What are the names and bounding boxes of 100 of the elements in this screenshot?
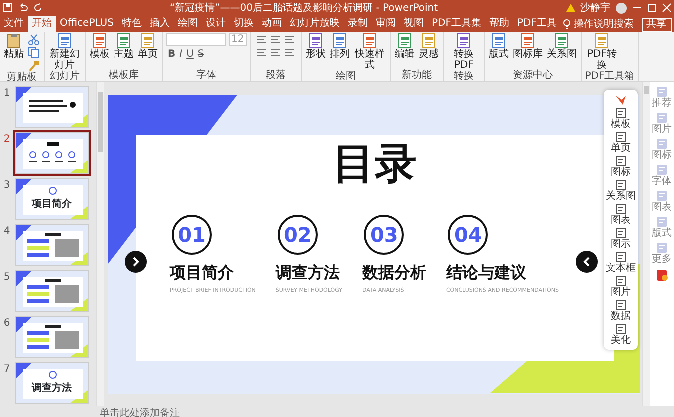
section-title: 结论与建议 bbox=[446, 262, 528, 282]
ribbon-button[interactable]: PDF转换 bbox=[585, 33, 620, 71]
group-label: 绘图 bbox=[335, 71, 358, 82]
slide-thumbnail[interactable]: 项目简介 bbox=[15, 178, 89, 220]
ribbon-button[interactable]: 快速样式 bbox=[353, 33, 388, 71]
search-field[interactable]: 操作说明搜索 bbox=[574, 17, 634, 32]
ribbon-button[interactable]: 主题 bbox=[113, 33, 135, 60]
assistant-button[interactable]: 图标 bbox=[652, 138, 672, 161]
close-icon[interactable] bbox=[662, 3, 672, 13]
side-tool-button[interactable]: 图表 bbox=[611, 203, 631, 226]
ribbon-tab[interactable]: 开始 bbox=[28, 16, 56, 32]
ribbon-tab[interactable]: 切换 bbox=[230, 16, 258, 32]
slide-preview-drawing bbox=[16, 179, 88, 219]
assistant-button[interactable]: 图片 bbox=[652, 112, 672, 135]
ribbon-button[interactable]: 转换PDF bbox=[447, 33, 482, 71]
avatar-icon[interactable] bbox=[616, 2, 626, 14]
ribbon-button[interactable]: 版式 bbox=[488, 33, 510, 60]
ribbon-tab[interactable]: 审阅 bbox=[372, 16, 400, 32]
lines-icon bbox=[256, 48, 267, 57]
frame-icon bbox=[615, 155, 627, 167]
paragraph-tool-button[interactable] bbox=[268, 46, 282, 59]
group-label: 转换 bbox=[453, 71, 476, 82]
side-tool-button[interactable]: 关系图 bbox=[606, 179, 636, 202]
side-tool-button[interactable]: 图标 bbox=[611, 155, 631, 178]
format-button[interactable]: B bbox=[166, 48, 178, 60]
slide-thumbnail[interactable] bbox=[15, 224, 89, 266]
ribbon-tab[interactable]: 幻灯片放映 bbox=[286, 16, 344, 32]
side-tool-button[interactable]: 图示 bbox=[611, 227, 631, 250]
side-tool-button[interactable]: 数据 bbox=[611, 299, 631, 322]
ribbon-tab[interactable]: 视图 bbox=[400, 16, 428, 32]
ribbon-tab[interactable]: 特色 bbox=[118, 16, 146, 32]
font-name-field[interactable] bbox=[166, 33, 226, 46]
ribbon-tab[interactable]: 录制 bbox=[344, 16, 372, 32]
side-tool-button[interactable]: 图片 bbox=[611, 275, 631, 298]
side-tool-button[interactable]: 模板 bbox=[611, 107, 631, 130]
slide-preview-drawing bbox=[16, 317, 88, 357]
ribbon-button[interactable]: 关系图 bbox=[546, 33, 578, 60]
warning-icon bbox=[566, 3, 576, 13]
ribbon-tab[interactable]: 设计 bbox=[202, 16, 230, 32]
number-circle: 03 bbox=[364, 214, 404, 254]
slide-thumbnail[interactable] bbox=[15, 316, 89, 358]
slide-number: 3 bbox=[2, 179, 12, 193]
number-circle: 01 bbox=[172, 214, 212, 254]
ribbon-tab[interactable]: OfficePLUS bbox=[56, 16, 118, 32]
paragraph-tool-button[interactable] bbox=[254, 46, 268, 59]
format-button[interactable]: S bbox=[196, 48, 206, 60]
number-circle: 04 bbox=[448, 214, 488, 254]
ribbon-button[interactable]: 模板 bbox=[89, 33, 111, 60]
paragraph-tool-button[interactable] bbox=[282, 33, 296, 46]
previous-button[interactable] bbox=[125, 250, 147, 272]
ribbon-button[interactable]: 新建幻灯片 bbox=[48, 33, 82, 71]
frame-icon bbox=[615, 203, 627, 215]
undo-icon[interactable] bbox=[18, 3, 28, 13]
slide-number: 7 bbox=[2, 363, 12, 377]
ribbon-button[interactable]: 图标库 bbox=[512, 33, 544, 60]
ribbon-button[interactable]: 灵感 bbox=[418, 33, 440, 60]
ribbon-button[interactable]: 编辑 bbox=[394, 33, 416, 60]
share-button[interactable]: 共享 bbox=[642, 18, 672, 32]
scrollbar[interactable] bbox=[96, 82, 104, 406]
ribbon-button[interactable]: 排列 bbox=[329, 33, 352, 60]
tile-icon bbox=[656, 112, 668, 124]
paragraph-tool-button[interactable] bbox=[254, 33, 268, 46]
copy-icon bbox=[28, 46, 40, 58]
section-title: 调查方法 bbox=[276, 262, 341, 282]
thumbnail-title: 调查方法 bbox=[32, 382, 72, 394]
format-button[interactable]: U bbox=[184, 48, 196, 60]
side-tool-button[interactable]: 美化 bbox=[611, 323, 631, 346]
assistant-button[interactable]: 版式 bbox=[652, 216, 672, 239]
small-tool-button[interactable] bbox=[27, 33, 41, 46]
save-icon[interactable] bbox=[2, 3, 12, 13]
paragraph-tool-button[interactable] bbox=[282, 46, 296, 59]
format-button[interactable]: I bbox=[178, 48, 185, 60]
ribbon-tab[interactable]: PDF工具 bbox=[513, 16, 561, 32]
slide-thumbnail[interactable] bbox=[15, 270, 89, 312]
paragraph-tool-button[interactable] bbox=[268, 33, 282, 46]
side-tool-button[interactable]: 单页 bbox=[611, 131, 631, 154]
side-tool-button[interactable]: 文本框 bbox=[606, 251, 636, 274]
scrollbar[interactable] bbox=[642, 82, 650, 406]
ribbon-button[interactable]: 单页 bbox=[137, 33, 159, 60]
group-label: 模板库 bbox=[108, 70, 140, 81]
ribbon-tab[interactable]: 插入 bbox=[146, 16, 174, 32]
assistant-button[interactable]: 更多 bbox=[652, 242, 672, 265]
ribbon-tab[interactable]: 文件 bbox=[0, 16, 28, 32]
ribbon-tab[interactable]: 绘图 bbox=[174, 16, 202, 32]
restore-icon[interactable] bbox=[646, 3, 656, 13]
ribbon-tab[interactable]: 帮助 bbox=[485, 16, 514, 32]
small-tool-button[interactable] bbox=[27, 46, 41, 59]
ribbon-tab[interactable]: PDF工具集 bbox=[428, 16, 486, 32]
frame-icon bbox=[615, 179, 627, 191]
assistant-button[interactable]: 字体 bbox=[652, 164, 672, 187]
redo-icon[interactable] bbox=[32, 3, 42, 13]
group-label: 字体 bbox=[196, 70, 218, 81]
ribbon-tab[interactable]: 动画 bbox=[258, 16, 286, 32]
paste-button[interactable]: 粘贴 bbox=[3, 33, 25, 60]
assistant-button[interactable]: 推荐 bbox=[652, 86, 672, 109]
slide-thumbnail[interactable]: 调查方法 bbox=[15, 362, 89, 404]
ribbon-button[interactable]: 形状 bbox=[305, 33, 328, 60]
slide-thumbnail[interactable] bbox=[15, 86, 89, 128]
slide-thumbnail[interactable] bbox=[15, 132, 89, 174]
assistant-button[interactable]: 图表 bbox=[652, 190, 672, 213]
